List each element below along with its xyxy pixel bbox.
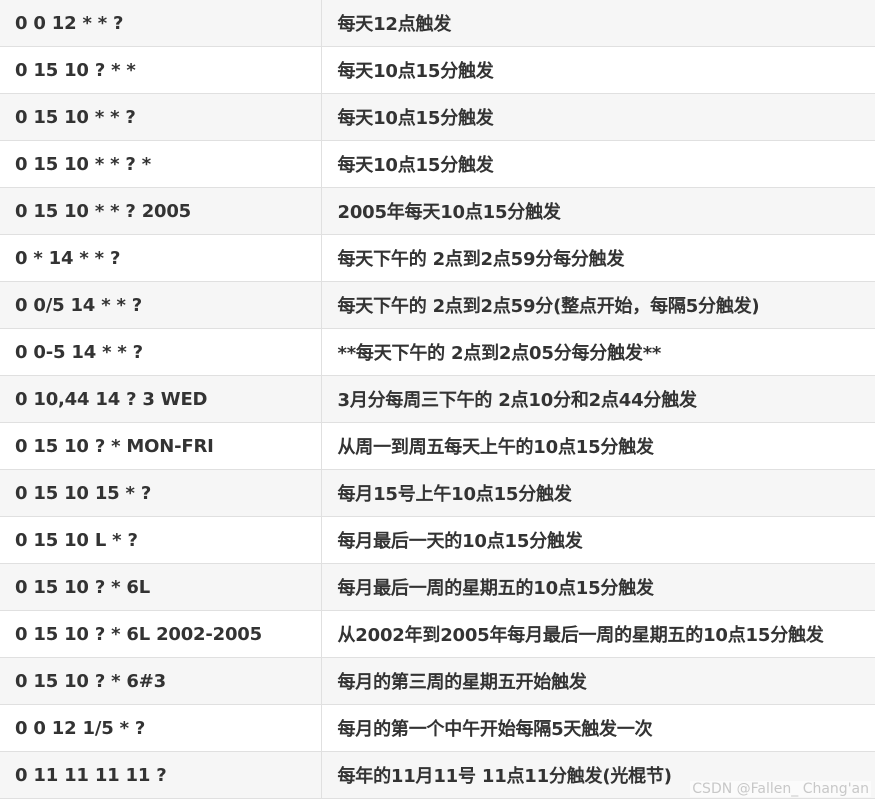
table-row: 0 0-5 14 * * ? **每天下午的 2点到2点05分每分触发**: [0, 328, 875, 376]
table-row: 0 0/5 14 * * ? 每天下午的 2点到2点59分(整点开始，每隔5分触…: [0, 281, 875, 329]
description-cell: 每天下午的 2点到2点59分(整点开始，每隔5分触发): [320, 281, 875, 329]
table-row: 0 0 12 1/5 * ? 每月的第一个中午开始每隔5天触发一次: [0, 704, 875, 752]
table-row: 0 15 10 ? * MON-FRI 从周一到周五每天上午的10点15分触发: [0, 422, 875, 470]
cron-expression-cell: 0 10,44 14 ? 3 WED: [0, 375, 321, 423]
description-cell: 每月最后一天的10点15分触发: [320, 516, 875, 564]
cron-expression-cell: 0 11 11 11 11 ?: [0, 751, 321, 799]
cron-expression-cell: 0 15 10 ? * 6#3: [0, 657, 321, 705]
cron-expression-cell: 0 * 14 * * ?: [0, 234, 321, 282]
description-cell: 每月最后一周的星期五的10点15分触发: [320, 563, 875, 611]
description-cell: 每月的第三周的星期五开始触发: [320, 657, 875, 705]
table-row: 0 15 10 ? * 6L 2002-2005 从2002年到2005年每月最…: [0, 610, 875, 658]
cron-expression-cell: 0 0-5 14 * * ?: [0, 328, 321, 376]
description-cell: 每月15号上午10点15分触发: [320, 469, 875, 517]
table-row: 0 15 10 ? * 6L 每月最后一周的星期五的10点15分触发: [0, 563, 875, 611]
description-cell: 每天10点15分触发: [320, 140, 875, 188]
description-cell: 2005年每天10点15分触发: [320, 187, 875, 235]
table-row: 0 15 10 ? * * 每天10点15分触发: [0, 46, 875, 94]
table-row: 0 10,44 14 ? 3 WED 3月分每周三下午的 2点10分和2点44分…: [0, 375, 875, 423]
table-row: 0 15 10 15 * ? 每月15号上午10点15分触发: [0, 469, 875, 517]
description-cell: 每月的第一个中午开始每隔5天触发一次: [320, 704, 875, 752]
table-row: 0 15 10 * * ? * 每天10点15分触发: [0, 140, 875, 188]
cron-expression-cell: 0 15 10 L * ?: [0, 516, 321, 564]
cron-expression-cell: 0 0/5 14 * * ?: [0, 281, 321, 329]
cron-expression-cell: 0 0 12 * * ?: [0, 0, 321, 47]
cron-expression-cell: 0 15 10 ? * 6L 2002-2005: [0, 610, 321, 658]
description-cell: 每天下午的 2点到2点59分每分触发: [320, 234, 875, 282]
description-cell: 每天10点15分触发: [320, 46, 875, 94]
cron-expression-cell: 0 15 10 ? * *: [0, 46, 321, 94]
cron-expression-table: 0 0 12 * * ? 每天12点触发 0 15 10 ? * * 每天10点…: [0, 0, 875, 799]
table-row: 0 15 10 * * ? 2005 2005年每天10点15分触发: [0, 187, 875, 235]
cron-expression-cell: 0 15 10 ? * 6L: [0, 563, 321, 611]
table-row: 0 15 10 ? * 6#3 每月的第三周的星期五开始触发: [0, 657, 875, 705]
table-row: 0 15 10 L * ? 每月最后一天的10点15分触发: [0, 516, 875, 564]
table-row: 0 * 14 * * ? 每天下午的 2点到2点59分每分触发: [0, 234, 875, 282]
description-cell: **每天下午的 2点到2点05分每分触发**: [320, 328, 875, 376]
description-cell: 3月分每周三下午的 2点10分和2点44分触发: [320, 375, 875, 423]
description-cell: 从周一到周五每天上午的10点15分触发: [320, 422, 875, 470]
cron-expression-cell: 0 15 10 15 * ?: [0, 469, 321, 517]
cron-expression-cell: 0 15 10 * * ? *: [0, 140, 321, 188]
description-cell: 从2002年到2005年每月最后一周的星期五的10点15分触发: [320, 610, 875, 658]
csdn-watermark: CSDN @Fallen_ Chang'an: [690, 781, 871, 797]
description-cell: 每天10点15分触发: [320, 93, 875, 141]
cron-expression-cell: 0 15 10 ? * MON-FRI: [0, 422, 321, 470]
cron-expression-cell: 0 15 10 * * ? 2005: [0, 187, 321, 235]
table-row: 0 0 12 * * ? 每天12点触发: [0, 0, 875, 47]
cron-expression-cell: 0 0 12 1/5 * ?: [0, 704, 321, 752]
cron-expression-cell: 0 15 10 * * ?: [0, 93, 321, 141]
table-row: 0 15 10 * * ? 每天10点15分触发: [0, 93, 875, 141]
description-cell: 每天12点触发: [320, 0, 875, 47]
